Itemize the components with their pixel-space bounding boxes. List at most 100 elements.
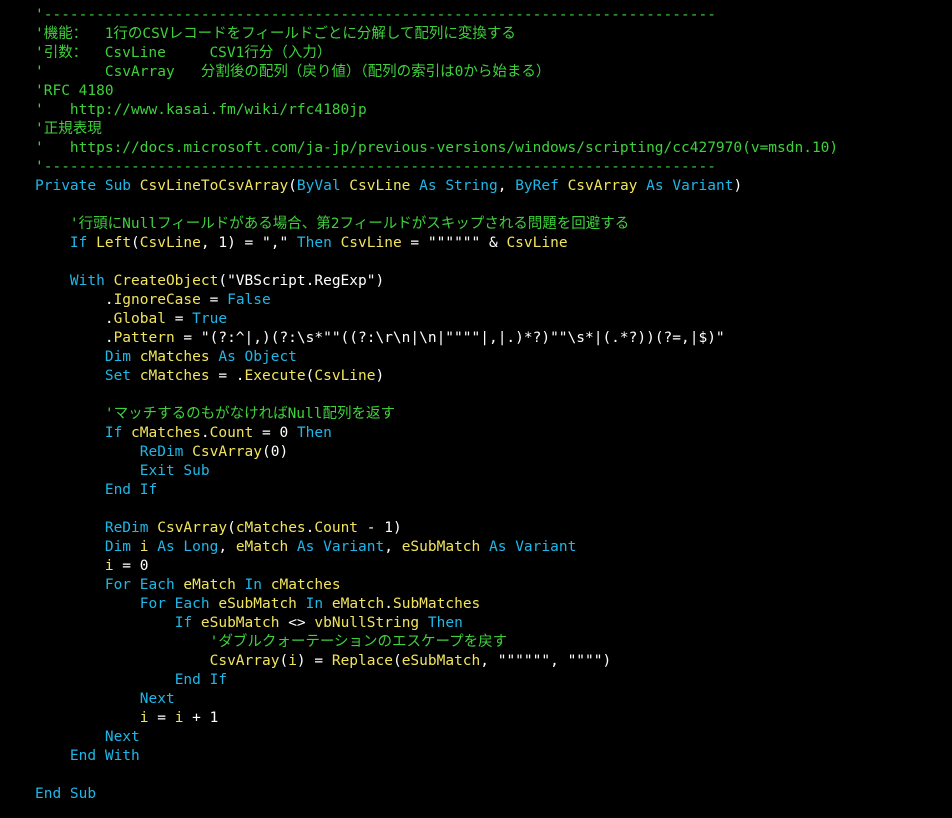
code-line[interactable]: [35, 386, 838, 405]
keyword-token: As Variant: [296, 539, 385, 555]
code-line[interactable]: 'ダブルクォーテーションのエスケープを戻す: [35, 633, 838, 652]
keyword-token: End Sub: [35, 786, 97, 802]
text-token: (: [279, 653, 289, 669]
code-line[interactable]: Exit Sub: [35, 462, 838, 481]
text-token: .: [200, 425, 210, 441]
comment-token: ' http://www.kasai.fm/wiki/rfc4180jp: [35, 102, 367, 118]
identifier-token: eSubMatch: [401, 539, 490, 555]
code-line[interactable]: Next: [35, 690, 838, 709]
code-line[interactable]: Dim i As Long, eMatch As Variant, eSubMa…: [35, 538, 838, 557]
keyword-token: ByVal: [296, 178, 350, 194]
keyword-token: As Variant: [646, 178, 734, 194]
code-line[interactable]: i = i + 1: [35, 709, 838, 728]
identifier-token: cMatches: [235, 520, 306, 536]
comment-token: 'マッチするのもがなければNull配列を返す: [104, 406, 395, 422]
text-token: ,: [497, 178, 516, 194]
text-token: =: [200, 292, 228, 308]
code-line[interactable]: ' CsvArray 分割後の配列（戻り値）（配列の索引は0から始まる）: [35, 63, 838, 82]
code-line[interactable]: .IgnoreCase = False: [35, 291, 838, 310]
keyword-token: As Object: [218, 349, 297, 365]
code-line[interactable]: ' https://docs.microsoft.com/ja-jp/previ…: [35, 139, 838, 158]
code-line[interactable]: Dim cMatches As Object: [35, 348, 838, 367]
code-line[interactable]: If Left(CsvLine, 1) = "," Then CsvLine =…: [35, 234, 838, 253]
keyword-token: Next: [139, 691, 175, 707]
comment-token: 'RFC 4180: [35, 83, 114, 99]
keyword-token: ReDim: [139, 444, 193, 460]
identifier-token: CsvLine: [139, 235, 201, 251]
code-line[interactable]: [35, 196, 838, 215]
code-line[interactable]: For Each eMatch In cMatches: [35, 576, 838, 595]
keyword-token: If: [174, 615, 201, 631]
identifier-token: eSubMatch: [200, 615, 280, 631]
code-line[interactable]: [35, 500, 838, 519]
code-editor[interactable]: '---------------------------------------…: [35, 6, 838, 804]
code-line[interactable]: If cMatches.Count = 0 Then: [35, 424, 838, 443]
code-line[interactable]: '行頭にNullフィールドがある場合、第2フィールドがスキップされる問題を回避す…: [35, 215, 838, 234]
code-line[interactable]: End If: [35, 481, 838, 500]
code-line[interactable]: End Sub: [35, 785, 838, 804]
code-line[interactable]: ReDim CsvArray(cMatches.Count - 1): [35, 519, 838, 538]
keyword-token: If: [69, 235, 97, 251]
keyword-token: Dim: [104, 349, 140, 365]
identifier-token: Replace: [331, 653, 393, 669]
text-token: ,: [218, 539, 236, 555]
keyword-token: Exit Sub: [139, 463, 210, 479]
keyword-token: As Long: [157, 539, 219, 555]
code-line[interactable]: Private Sub CsvLineToCsvArray(ByVal CsvL…: [35, 177, 838, 196]
code-line[interactable]: For Each eSubMatch In eMatch.SubMatches: [35, 595, 838, 614]
code-line[interactable]: With CreateObject("VBScript.RegExp"): [35, 272, 838, 291]
identifier-token: eMatch: [331, 596, 385, 612]
identifier-token: CsvLine: [340, 235, 402, 251]
code-line[interactable]: '機能： 1行のCSVレコードをフィールドごとに分解して配列に変換する: [35, 25, 838, 44]
code-line[interactable]: [35, 766, 838, 785]
comment-token: ' https://docs.microsoft.com/ja-jp/previ…: [35, 140, 839, 156]
keyword-token: End With: [69, 748, 140, 764]
keyword-token: End If: [174, 672, 228, 688]
code-line[interactable]: [35, 253, 838, 272]
keyword-token: As Variant: [489, 539, 577, 555]
code-line[interactable]: ' http://www.kasai.fm/wiki/rfc4180jp: [35, 101, 838, 120]
identifier-token: CsvArray: [192, 444, 262, 460]
keyword-token: ReDim: [104, 520, 158, 536]
identifier-token: CsvLine: [314, 368, 376, 384]
identifier-token: Global: [113, 311, 166, 327]
code-line[interactable]: '正規表現: [35, 120, 838, 139]
code-line[interactable]: End If: [35, 671, 838, 690]
code-line[interactable]: .Pattern = "(?:^|,)(?:\s*""((?:\r\n|\n|"…: [35, 329, 838, 348]
comment-token: '引数： CsvLine CSV1行分（入力）: [35, 45, 332, 61]
code-line[interactable]: i = 0: [35, 557, 838, 576]
text-token: + 1: [183, 710, 219, 726]
identifier-token: Pattern: [113, 330, 175, 346]
code-line[interactable]: CsvArray(i) = Replace(eSubMatch, """""",…: [35, 652, 838, 671]
code-line[interactable]: 'RFC 4180: [35, 82, 838, 101]
code-line[interactable]: .Global = True: [35, 310, 838, 329]
text-token: = .: [209, 368, 245, 384]
code-line[interactable]: '---------------------------------------…: [35, 6, 838, 25]
code-line[interactable]: End With: [35, 747, 838, 766]
code-line[interactable]: '---------------------------------------…: [35, 158, 838, 177]
identifier-token: i: [139, 539, 158, 555]
code-line[interactable]: Set cMatches = .Execute(CsvLine): [35, 367, 838, 386]
code-line[interactable]: '引数： CsvLine CSV1行分（入力）: [35, 44, 838, 63]
identifier-token: eMatch: [183, 577, 245, 593]
code-line[interactable]: Next: [35, 728, 838, 747]
code-line[interactable]: ReDim CsvArray(0): [35, 443, 838, 462]
code-line[interactable]: If eSubMatch <> vbNullString Then: [35, 614, 838, 633]
keyword-token: Then: [296, 235, 341, 251]
identifier-token: cMatches: [139, 349, 219, 365]
identifier-token: CsvLineToCsvArray: [139, 178, 289, 194]
text-token: ): [375, 368, 385, 384]
identifier-token: CreateObject: [113, 273, 219, 289]
code-line[interactable]: 'マッチするのもがなければNull配列を返す: [35, 405, 838, 424]
identifier-token: i: [104, 558, 114, 574]
